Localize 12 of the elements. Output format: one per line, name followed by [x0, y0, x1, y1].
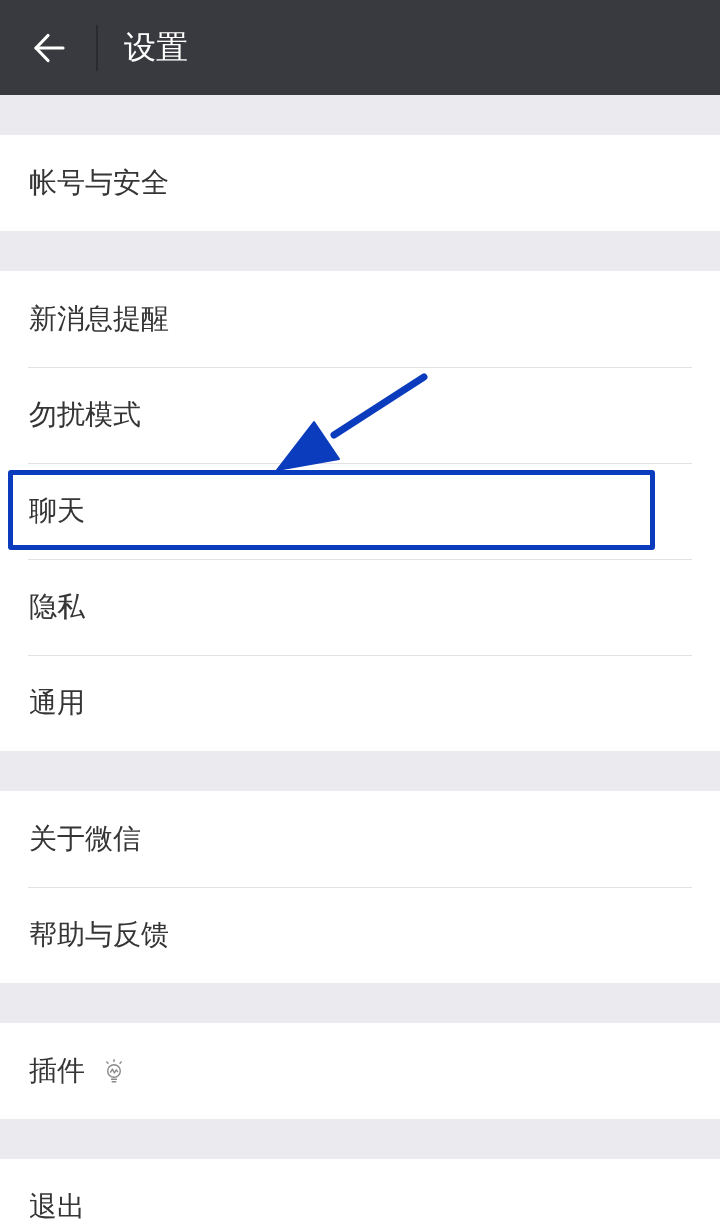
settings-item[interactable]: 聊天: [0, 463, 720, 559]
settings-item[interactable]: 插件: [0, 1023, 720, 1119]
settings-item[interactable]: 关于微信: [0, 791, 720, 887]
settings-item[interactable]: 新消息提醒: [0, 271, 720, 367]
settings-item[interactable]: 帐号与安全: [0, 135, 720, 231]
settings-item[interactable]: 勿扰模式: [0, 367, 720, 463]
page-title: 设置: [124, 28, 188, 67]
settings-item[interactable]: 退出: [0, 1159, 720, 1229]
lightbulb-icon: [103, 1059, 125, 1083]
settings-item[interactable]: 帮助与反馈: [0, 887, 720, 983]
settings-item[interactable]: 隐私: [0, 559, 720, 655]
settings-item[interactable]: 通用: [0, 655, 720, 751]
